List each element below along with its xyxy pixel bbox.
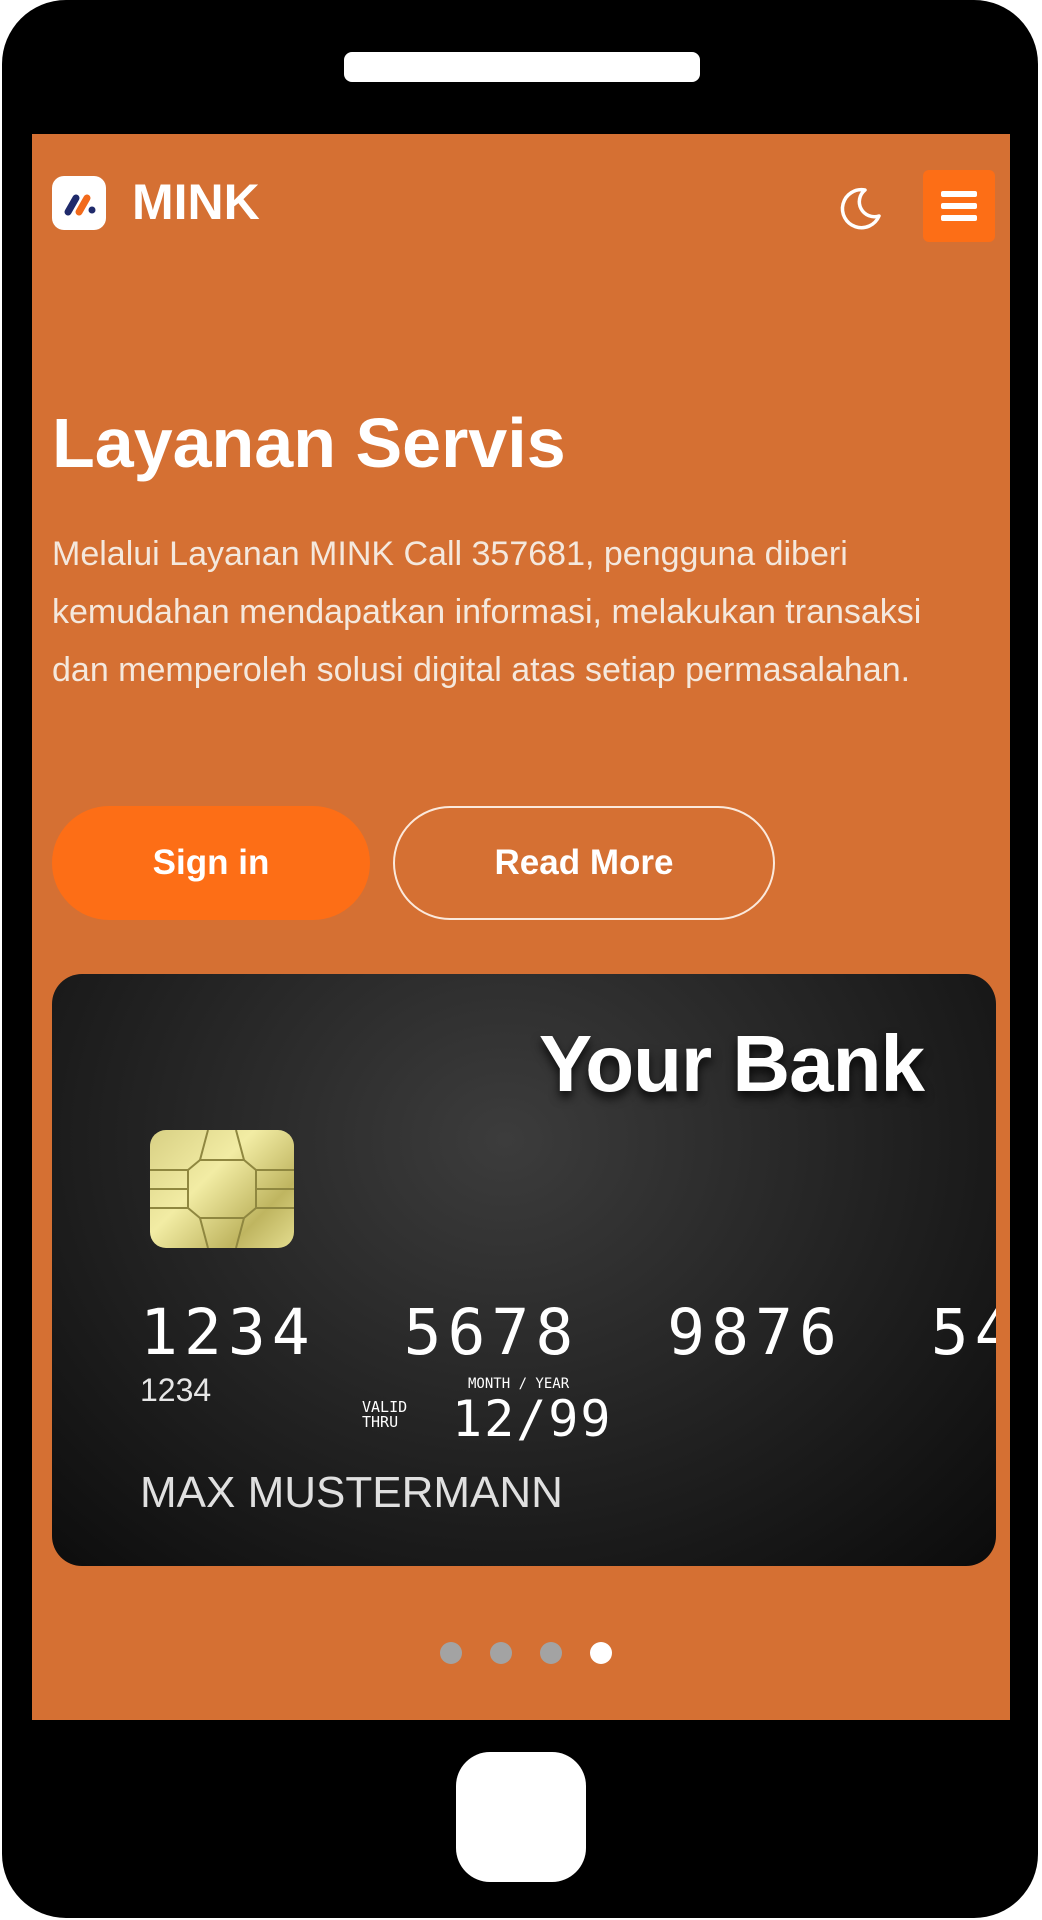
app-screen: MINK Layanan Servis Melalui Layanan MINK… [32,134,1010,1720]
carousel-indicators [32,1642,1010,1666]
hero-title: Layanan Servis [52,404,566,482]
menu-button[interactable] [923,170,995,242]
credit-card-slide[interactable]: Your Bank 1234 5678 9876 5 1234 MONTH / … [52,974,996,1566]
card-number: 1234 5678 9876 5432 [140,1296,996,1369]
moon-icon[interactable] [837,184,885,232]
navbar: MINK [32,134,1010,274]
card-number-sub: 1234 [140,1372,212,1408]
read-more-button[interactable]: Read More [393,806,775,920]
card-bank-name: Your Bank [538,1019,925,1108]
hero-description: Melalui Layanan MINK Call 357681, penggu… [52,535,922,689]
sign-in-button[interactable]: Sign in [52,806,370,920]
carousel-dot[interactable] [490,1642,512,1664]
carousel-dot[interactable] [590,1642,612,1664]
thru-label: THRU [362,1413,399,1431]
brand-name[interactable]: MINK [132,172,260,232]
card-chip-icon [150,1130,294,1248]
phone-home-button[interactable] [456,1752,586,1882]
card-expiry: 12/99 [452,1390,613,1448]
phone-speaker [344,52,700,82]
carousel-dot[interactable] [440,1642,462,1664]
valid-thru-label: VALID THRU [362,1400,442,1430]
carousel-dot[interactable] [540,1642,562,1664]
phone-frame: MINK Layanan Servis Melalui Layanan MINK… [2,0,1038,1918]
card-holder-name: MAX MUSTERMANN [140,1468,563,1517]
hamburger-menu-icon [941,191,977,221]
brand-logo-icon[interactable] [52,176,106,230]
